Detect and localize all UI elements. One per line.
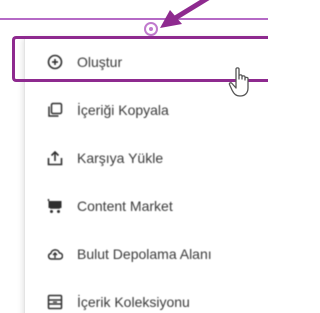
cloud-upload-icon xyxy=(47,246,63,262)
upload-icon xyxy=(47,150,63,166)
menu-item-label: İçeriği Kopyala xyxy=(77,102,169,118)
hand-cursor-icon xyxy=(228,67,249,97)
menu-item-upload[interactable]: Karşıya Yükle xyxy=(25,136,268,180)
menu-item-content-market[interactable]: Content Market xyxy=(25,184,268,228)
menu-item-label: Bulut Depolama Alanı xyxy=(77,246,212,262)
menu-item-label: Karşıya Yükle xyxy=(77,150,164,166)
collection-icon xyxy=(47,294,63,310)
menu-item-label: İçerik Koleksiyonu xyxy=(77,294,190,310)
menu-item-label: Content Market xyxy=(77,198,173,214)
screenshot-stage: Oluştur İçeriği Kopyala Karşıya Yükle Co… xyxy=(0,0,268,313)
cart-icon xyxy=(47,198,63,214)
menu-item-content-collection[interactable]: İçerik Koleksiyonu xyxy=(25,280,268,313)
annotation-arrow xyxy=(160,0,210,28)
menu-item-cloud-storage[interactable]: Bulut Depolama Alanı xyxy=(25,232,268,276)
copy-icon xyxy=(47,102,63,118)
connector-line xyxy=(0,18,268,20)
